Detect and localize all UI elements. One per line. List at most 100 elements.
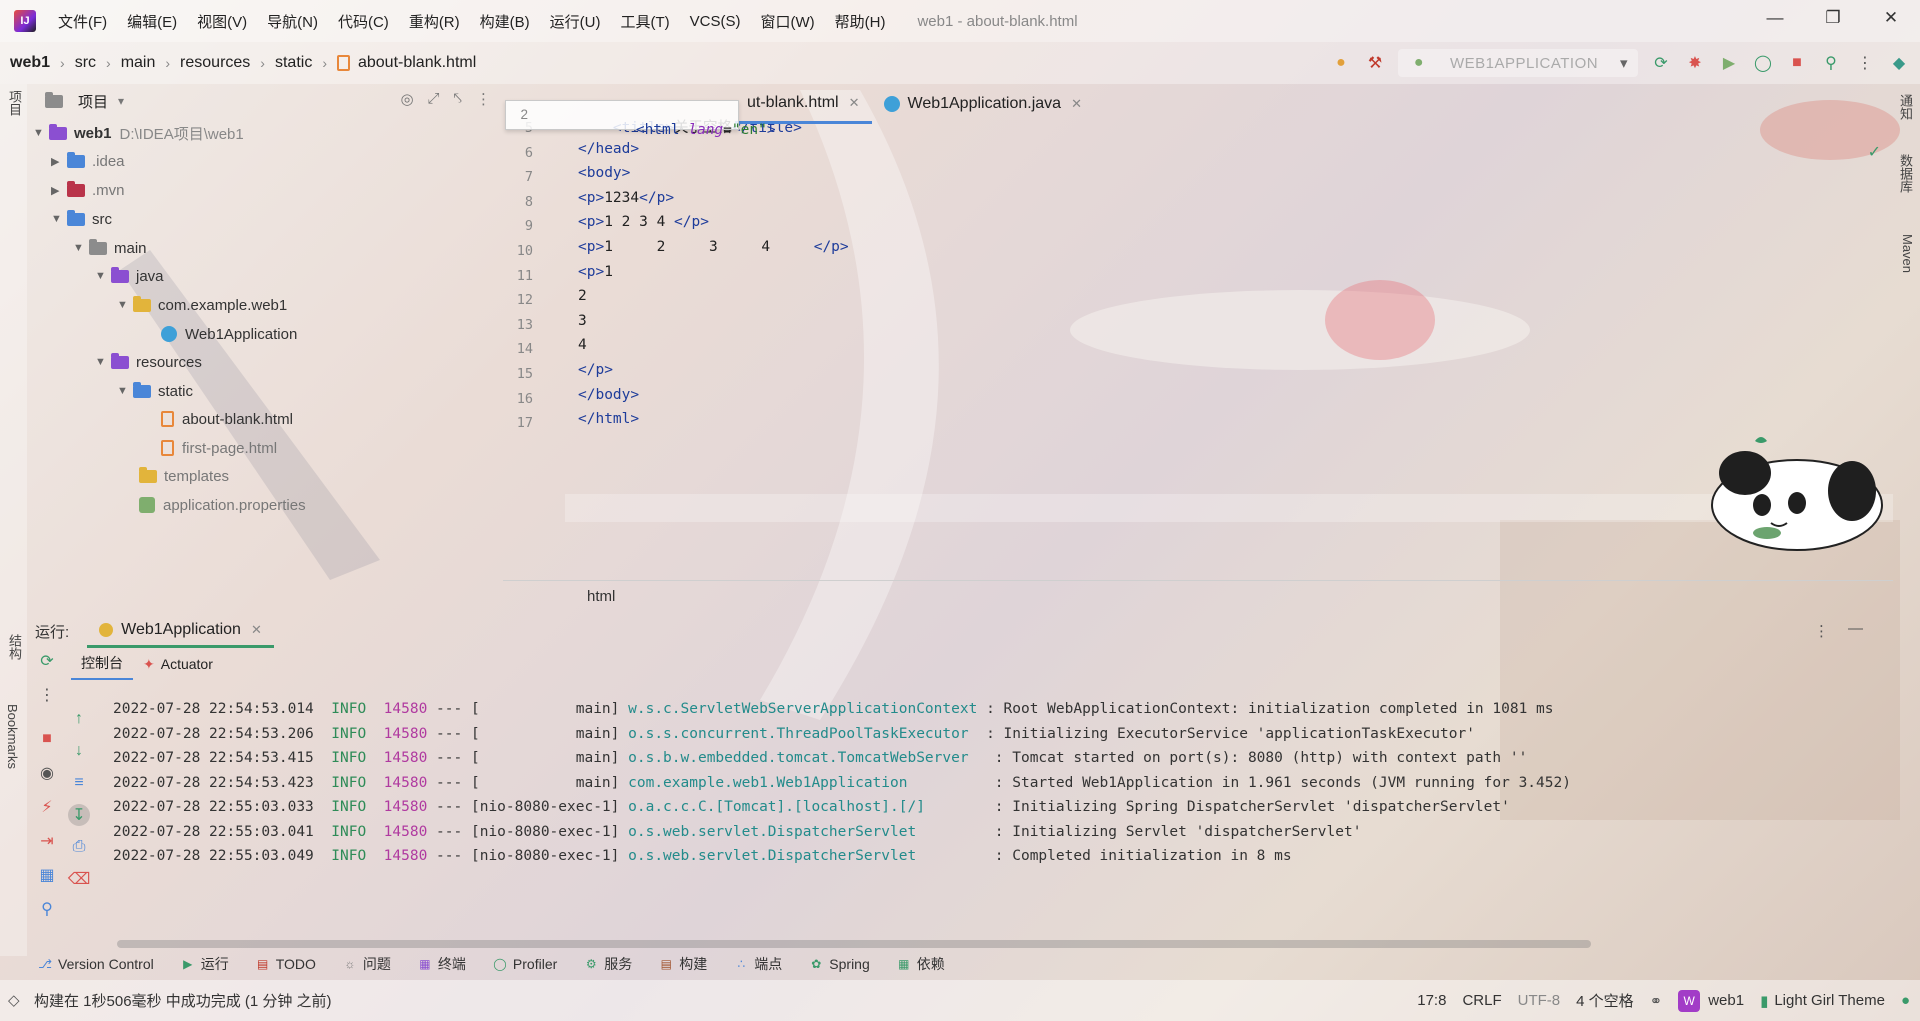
- users-icon[interactable]: ●: [1330, 52, 1352, 74]
- code-line[interactable]: <p>1 2 3 4 </p>: [578, 239, 849, 255]
- tree-row-application-properties[interactable]: application.properties: [139, 490, 306, 520]
- menu-refactor[interactable]: 重构(R): [399, 11, 470, 32]
- tree-row-package[interactable]: ▼ com.example.web1: [117, 290, 287, 320]
- intellij-logo-icon[interactable]: IJ: [14, 10, 36, 32]
- project-tool-button[interactable]: 项目: [5, 90, 24, 116]
- pin-icon[interactable]: ⚲: [36, 898, 58, 920]
- code-line[interactable]: 4: [578, 337, 587, 353]
- menu-view[interactable]: 视图(V): [187, 11, 257, 32]
- menu-edit[interactable]: 编辑(E): [117, 11, 187, 32]
- project-widget[interactable]: W web1: [1678, 989, 1744, 1012]
- close-icon[interactable]: ✕: [1862, 0, 1920, 36]
- code-line[interactable]: <p>1234</p>: [578, 190, 674, 206]
- file-encoding[interactable]: UTF-8: [1518, 992, 1561, 1009]
- collapse-icon[interactable]: ⤣: [454, 90, 462, 108]
- menu-window[interactable]: 窗口(W): [750, 11, 824, 32]
- plugin-status-icon[interactable]: ●: [1901, 992, 1910, 1009]
- rerun-icon[interactable]: ⟳: [1650, 52, 1672, 74]
- tab-web1application-java[interactable]: Web1Application.java ✕: [872, 84, 1094, 124]
- tool-profiler[interactable]: ◯ Profiler: [482, 956, 567, 972]
- tree-row-templates[interactable]: templates: [139, 461, 229, 491]
- tree-row-java[interactable]: ▼ java: [95, 261, 164, 291]
- code-line[interactable]: <p>1 2 3 4 </p>: [578, 214, 709, 230]
- profiler-icon[interactable]: ◯: [1752, 52, 1774, 74]
- code-line[interactable]: 3: [578, 313, 587, 329]
- more-vertical-icon[interactable]: ⋮: [1854, 52, 1876, 74]
- tree-row-src[interactable]: ▼ src: [51, 204, 112, 234]
- tool-problems[interactable]: ☼ 问题: [332, 954, 401, 974]
- restore-icon[interactable]: ❐: [1804, 0, 1862, 36]
- chevron-down-icon[interactable]: ▼: [33, 127, 49, 139]
- print-icon[interactable]: ⎙: [68, 836, 90, 858]
- stop-icon[interactable]: ■: [36, 728, 58, 750]
- editor-breadcrumb-html[interactable]: html: [587, 588, 615, 605]
- project-panel-title[interactable]: 项目: [78, 91, 108, 112]
- tree-row-first-page[interactable]: first-page.html: [161, 433, 277, 463]
- plug-icon[interactable]: ⚡: [36, 796, 58, 818]
- breadcrumb-src[interactable]: src: [69, 54, 102, 72]
- target-icon[interactable]: ◎: [400, 90, 413, 108]
- tree-row-about-blank[interactable]: about-blank.html: [161, 404, 293, 434]
- code-line[interactable]: </html>: [578, 411, 639, 427]
- theme-widget[interactable]: ▮ Light Girl Theme: [1760, 992, 1885, 1010]
- plugin-icon[interactable]: ◆: [1888, 52, 1910, 74]
- hammer-icon[interactable]: ⚒: [1364, 52, 1386, 74]
- exit-icon[interactable]: ⇥: [36, 830, 58, 852]
- tool-spring[interactable]: ✿ Spring: [798, 956, 879, 972]
- chevron-down-icon[interactable]: ▾: [118, 94, 124, 108]
- soft-wrap-icon[interactable]: ≡: [68, 772, 90, 794]
- chevron-right-icon[interactable]: ▶: [51, 184, 67, 197]
- lock-icon[interactable]: ⚭: [1650, 992, 1663, 1010]
- tab-actuator[interactable]: ✦ Actuator: [133, 648, 223, 680]
- code-line[interactable]: 2: [578, 288, 587, 304]
- camera-icon[interactable]: ◉: [36, 762, 58, 784]
- search-icon[interactable]: ⚲: [1820, 52, 1842, 74]
- tree-row-main[interactable]: ▼ main: [73, 233, 147, 263]
- menu-tools[interactable]: 工具(T): [610, 11, 679, 32]
- run-coverage-icon[interactable]: ▶: [1718, 52, 1740, 74]
- tree-row-web1application[interactable]: Web1Application: [161, 319, 297, 349]
- minimize-panel-icon[interactable]: —: [1848, 620, 1863, 637]
- indent-setting[interactable]: 4 个空格: [1576, 990, 1634, 1011]
- notifications-tool-button[interactable]: 通知: [1896, 94, 1915, 120]
- tool-build[interactable]: ▤ 构建: [648, 954, 717, 974]
- tool-todo[interactable]: ▤ TODO: [245, 956, 326, 972]
- line-separator[interactable]: CRLF: [1462, 992, 1501, 1009]
- code-line[interactable]: <body>: [578, 165, 630, 181]
- tool-version-control[interactable]: ⎇ Version Control: [27, 956, 164, 972]
- chevron-down-icon[interactable]: ▼: [117, 385, 133, 397]
- tree-row-mvn[interactable]: ▶ .mvn: [51, 175, 125, 205]
- code-line[interactable]: <p>1: [578, 264, 613, 280]
- menu-help[interactable]: 帮助(H): [825, 11, 896, 32]
- close-icon[interactable]: ✕: [1071, 96, 1082, 112]
- menu-build[interactable]: 构建(B): [470, 11, 540, 32]
- close-icon[interactable]: ✕: [251, 622, 262, 638]
- tool-endpoints[interactable]: ∴ 端点: [723, 954, 792, 974]
- tab-console[interactable]: 控制台: [71, 648, 133, 680]
- chevron-down-icon[interactable]: ▼: [117, 299, 133, 311]
- tree-row-static[interactable]: ▼ static: [117, 376, 193, 406]
- menu-file[interactable]: 文件(F): [48, 11, 117, 32]
- arrow-up-icon[interactable]: ↑: [68, 708, 90, 730]
- structure-tool-button[interactable]: 结构: [5, 634, 24, 660]
- tool-dependencies[interactable]: ▦ 依赖: [886, 954, 955, 974]
- tree-row-web1[interactable]: ▼ web1 D:\IDEA项目\web1: [33, 118, 244, 148]
- bookmarks-tool-button[interactable]: Bookmarks: [5, 704, 20, 769]
- menu-code[interactable]: 代码(C): [328, 11, 399, 32]
- code-area[interactable]: 5 <title>关于空格</title>6</head>7<body>8<p>…: [503, 84, 1893, 580]
- chevron-down-icon[interactable]: ▼: [73, 242, 89, 254]
- database-tool-button[interactable]: 数据库: [1896, 154, 1915, 193]
- sticky-line-header[interactable]: 2 <html lang="en">: [505, 100, 776, 138]
- layout-icon[interactable]: ▦: [36, 864, 58, 886]
- tool-terminal[interactable]: ▦ 终端: [407, 954, 476, 974]
- breadcrumb-static[interactable]: static: [269, 54, 318, 72]
- more-vertical-icon[interactable]: ⋮: [476, 90, 491, 108]
- minimize-icon[interactable]: —: [1746, 0, 1804, 36]
- expand-icon[interactable]: ⤢: [428, 90, 440, 108]
- code-line[interactable]: </p>: [578, 362, 613, 378]
- scroll-to-end-icon[interactable]: ↧: [68, 804, 90, 826]
- status-message[interactable]: 构建在 1秒506毫秒 中成功完成 (1 分钟 之前): [34, 990, 332, 1011]
- maven-tool-button[interactable]: Maven: [1900, 234, 1915, 273]
- breadcrumb-project[interactable]: web1: [4, 54, 56, 72]
- chevron-down-icon[interactable]: ▼: [95, 356, 111, 368]
